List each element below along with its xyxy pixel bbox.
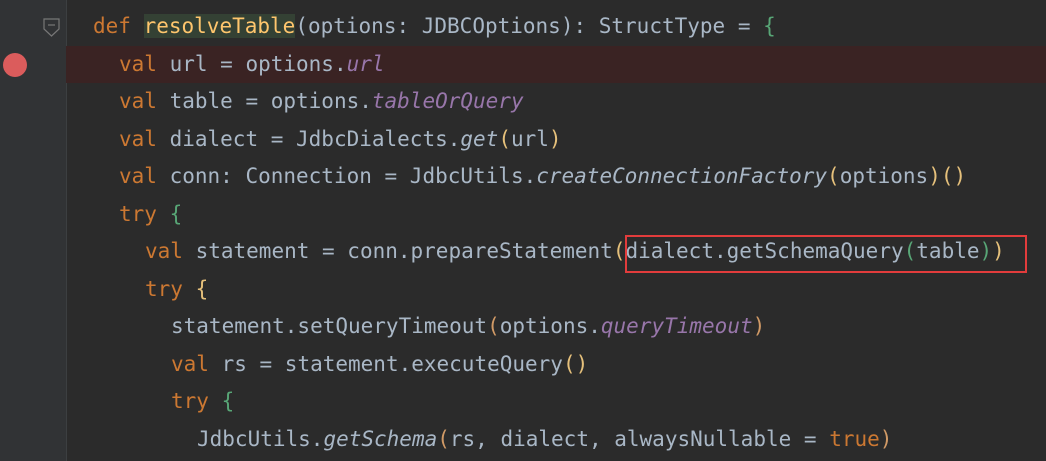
code-line-4: val dialect = JdbcDialects.get(url) [66,121,1046,159]
code-text: table [916,239,980,263]
code-editor[interactable]: def resolveTable(options: JDBCOptions): … [66,8,1046,458]
code-text: statement = conn.prepareStatement [182,239,613,263]
code-text: dialect.getSchemaQuery [625,239,904,263]
code-line-3: val table = options.tableOrQuery [66,83,1046,121]
static-call: createConnectionFactory [536,164,828,188]
paren: () [562,351,589,376]
code-text: options [839,164,929,188]
keyword: val [119,126,157,151]
keyword: val [119,164,157,188]
code-line-2: val url = options.url [66,45,1046,83]
code-text: rs, dialect, alwaysNullable = [449,426,830,451]
paren: ) [928,164,941,188]
paren: ( [612,239,626,263]
static-call: getSchema [323,426,438,451]
code-text: (options: JDBCOptions): StructType = [295,14,764,38]
brace: { [763,14,776,38]
field-ref: queryTimeout [600,314,753,338]
paren: ) [992,239,1005,263]
keyword: def [93,14,131,38]
field-ref: url [346,51,385,76]
code-text: options. [499,314,601,338]
keyword: try [145,276,183,301]
keyword: true [829,426,880,451]
code-line-1: def resolveTable(options: JDBCOptions): … [66,8,1046,46]
code-text: url [510,126,549,151]
paren: ) [548,126,562,151]
keyword: val [119,51,157,76]
function-name: resolveTable [143,14,296,38]
paren: () [940,164,967,188]
code-text: rs = statement.executeQuery [208,351,563,376]
keyword: val [145,239,183,263]
field-ref: tableOrQuery [371,89,524,113]
keyword: try [119,201,157,226]
code-line-8: try { [66,271,1046,309]
paren: ) [879,426,893,451]
paren: ( [437,426,450,451]
paren: ( [903,239,917,263]
code-line-11: try { [66,383,1046,421]
fold-icon[interactable] [43,18,60,37]
static-call: get [460,126,499,151]
paren: ) [979,239,993,263]
paren: ( [487,314,500,338]
code-line-6: try { [66,196,1046,234]
code-line-5: val conn: Connection = JdbcUtils.createC… [66,158,1046,196]
editor-gutter[interactable] [0,0,67,461]
brace: { [182,276,209,301]
code-text: dialect = JdbcDialects. [156,126,461,151]
paren: ) [752,314,766,338]
paren: ( [827,164,840,188]
code-line-10: val rs = statement.executeQuery() [66,346,1046,384]
code-text: statement.setQueryTimeout [171,314,488,338]
keyword: val [171,351,209,376]
code-line-7: val statement = conn.prepareStatement(di… [66,233,1046,271]
keyword: val [119,89,157,113]
code-text: url = options. [156,51,347,76]
keyword: try [171,389,209,413]
paren: ( [498,126,511,151]
code-text: JdbcUtils. [197,426,324,451]
code-text: table = options. [156,89,372,113]
code-line-9: statement.setQueryTimeout(options.queryT… [66,308,1046,346]
code-text: conn: Connection = JdbcUtils. [156,164,537,188]
brace: { [208,389,235,413]
breakpoint-icon[interactable] [3,53,27,77]
brace: { [156,201,183,226]
code-line-12: JdbcUtils.getSchema(rs, dialect, alwaysN… [66,421,1046,459]
